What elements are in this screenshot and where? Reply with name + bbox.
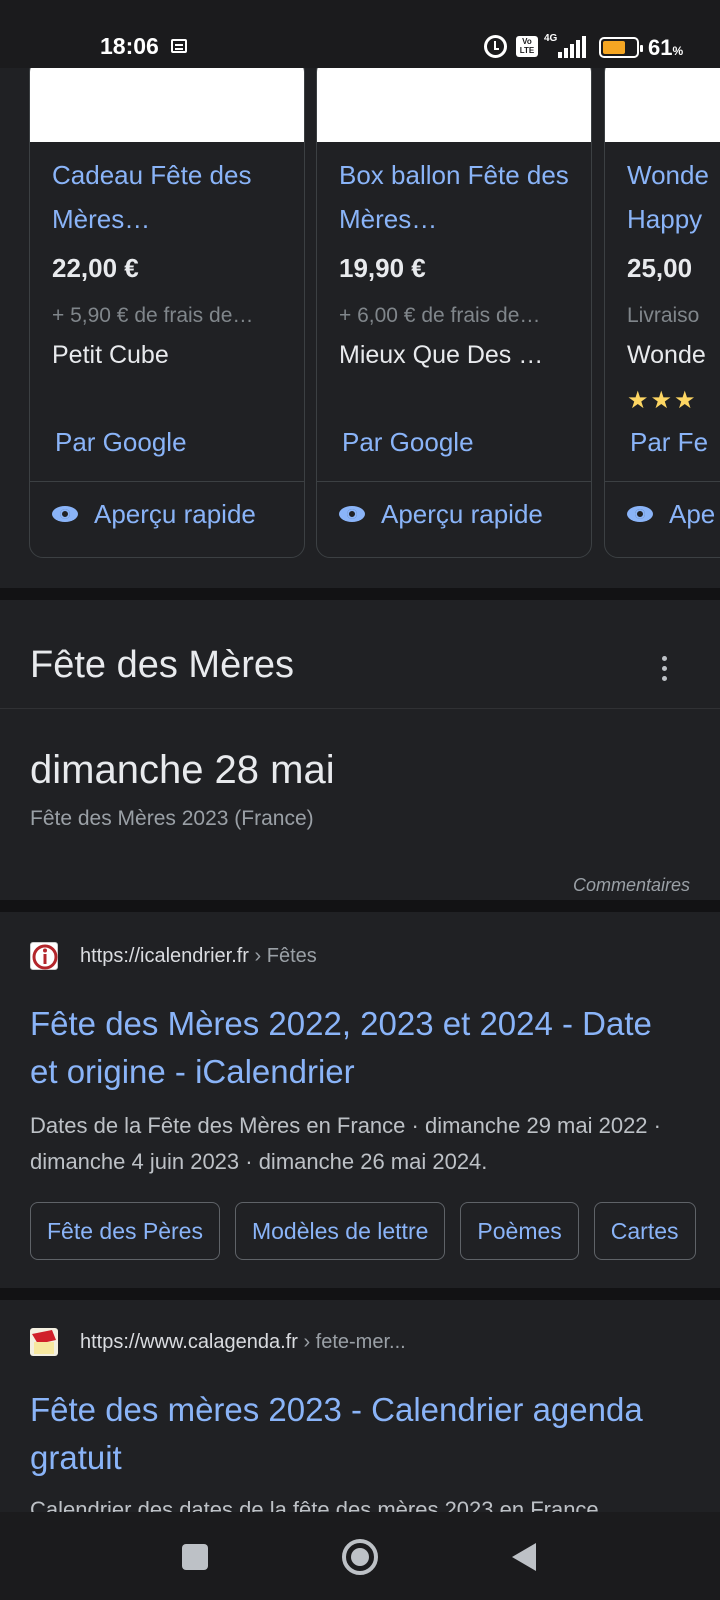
eye-icon — [52, 505, 80, 524]
signal-icon — [558, 36, 588, 58]
product-price: 25,00 — [627, 253, 693, 283]
battery-percent: 61% — [648, 35, 684, 60]
battery-icon — [599, 37, 643, 58]
sitelink-chips: Fête des Pères Modèles de lettre Poèmes … — [30, 1202, 696, 1260]
section-separator — [0, 900, 720, 912]
section-separator — [0, 1288, 720, 1300]
rating-stars: ★★★ — [627, 387, 698, 414]
chip-modeles-de-lettre[interactable]: Modèles de lettre — [234, 1202, 446, 1260]
more-vert-icon[interactable] — [662, 656, 668, 682]
event-subtitle: Fête des Mères 2023 (France) — [30, 807, 314, 830]
event-panel: Fête des Mères dimanche 28 mai Fête des … — [0, 600, 720, 900]
divider — [30, 481, 304, 482]
product-price: 19,90 € — [339, 253, 426, 283]
product-store: Petit Cube — [52, 341, 169, 369]
chip-poemes[interactable]: Poèmes — [460, 1202, 579, 1260]
icalendrier-favicon — [30, 942, 58, 970]
search-result: https://icalendrier.fr › Fêtes Fête des … — [0, 912, 720, 1288]
chip-fete-des-peres[interactable]: Fête des Pères — [30, 1202, 220, 1260]
quick-view-label: Ape — [669, 499, 716, 529]
back-icon[interactable] — [512, 1543, 536, 1571]
product-store: Mieux Que Des … — [339, 341, 544, 369]
quick-view-label: Aperçu rapide — [94, 499, 256, 529]
search-result: https://www.calagenda.fr › fete-mer... F… — [0, 1300, 720, 1512]
product-card[interactable]: Box ballon Fête des Mères… 19,90 € + 6,0… — [316, 68, 592, 558]
by-seller-link[interactable]: Par Fe — [630, 427, 708, 458]
result-title[interactable]: Fête des Mères 2022, 2023 et 2024 - Date… — [30, 1000, 670, 1096]
quick-view-button[interactable]: Aperçu rapide — [339, 499, 543, 530]
eye-icon — [339, 505, 367, 524]
message-icon — [171, 39, 187, 53]
network-type: 4G — [544, 33, 558, 44]
recent-apps-icon[interactable] — [182, 1544, 208, 1570]
product-carousel[interactable]: Cadeau Fête des Mères… 22,00 € + 5,90 € … — [0, 68, 720, 588]
chip-cartes[interactable]: Cartes — [593, 1202, 696, 1260]
product-card[interactable]: Cadeau Fête des Mères… 22,00 € + 5,90 € … — [29, 68, 305, 558]
divider — [0, 708, 720, 709]
product-shipping: + 5,90 € de frais de… — [52, 304, 254, 327]
quick-view-button[interactable]: Aperçu rapide — [52, 499, 256, 530]
eye-icon — [627, 505, 655, 524]
home-icon[interactable] — [342, 1539, 378, 1575]
alarm-icon — [484, 35, 507, 58]
product-title[interactable]: Box ballon Fête des Mères… — [339, 153, 569, 241]
product-card[interactable]: Wonde Happy 25,00 Livraiso Wonde ★★★ Par… — [604, 68, 720, 558]
product-image[interactable] — [605, 68, 720, 142]
clock: 18:06 — [100, 33, 159, 59]
product-image[interactable] — [317, 68, 591, 142]
event-date: dimanche 28 mai — [30, 748, 335, 792]
product-title[interactable]: Wonde Happy — [627, 153, 720, 241]
product-price: 22,00 € — [52, 253, 139, 283]
event-title: Fête des Mères — [30, 644, 294, 686]
system-navigation-bar — [0, 1512, 720, 1600]
result-url[interactable]: https://www.calagenda.fr › fete-mer... — [80, 1331, 406, 1354]
volte-icon: Vo LTE — [516, 36, 538, 57]
quick-view-label: Aperçu rapide — [381, 499, 543, 529]
feedback-link[interactable]: Commentaires — [573, 875, 690, 896]
result-url[interactable]: https://icalendrier.fr › Fêtes — [80, 945, 317, 968]
product-shipping: Livraiso — [627, 304, 700, 327]
product-title[interactable]: Cadeau Fête des Mères… — [52, 153, 282, 241]
product-image[interactable] — [30, 68, 304, 142]
calagenda-favicon — [30, 1328, 58, 1356]
quick-view-button[interactable]: Ape — [627, 499, 715, 530]
by-google-link[interactable]: Par Google — [342, 427, 474, 458]
result-snippet: Dates de la Fête des Mères en France · d… — [30, 1113, 661, 1174]
section-separator — [0, 588, 720, 600]
result-title[interactable]: Fête des mères 2023 - Calendrier agenda … — [30, 1386, 670, 1482]
by-google-link[interactable]: Par Google — [55, 427, 187, 458]
divider — [605, 481, 720, 482]
product-shipping: + 6,00 € de frais de… — [339, 304, 541, 327]
result-snippet: Calendrier des dates de la fête des mère… — [30, 1497, 599, 1512]
product-store: Wonde — [627, 341, 706, 369]
status-bar: 18:06 Vo LTE 4G 61% — [0, 0, 720, 68]
divider — [317, 481, 591, 482]
